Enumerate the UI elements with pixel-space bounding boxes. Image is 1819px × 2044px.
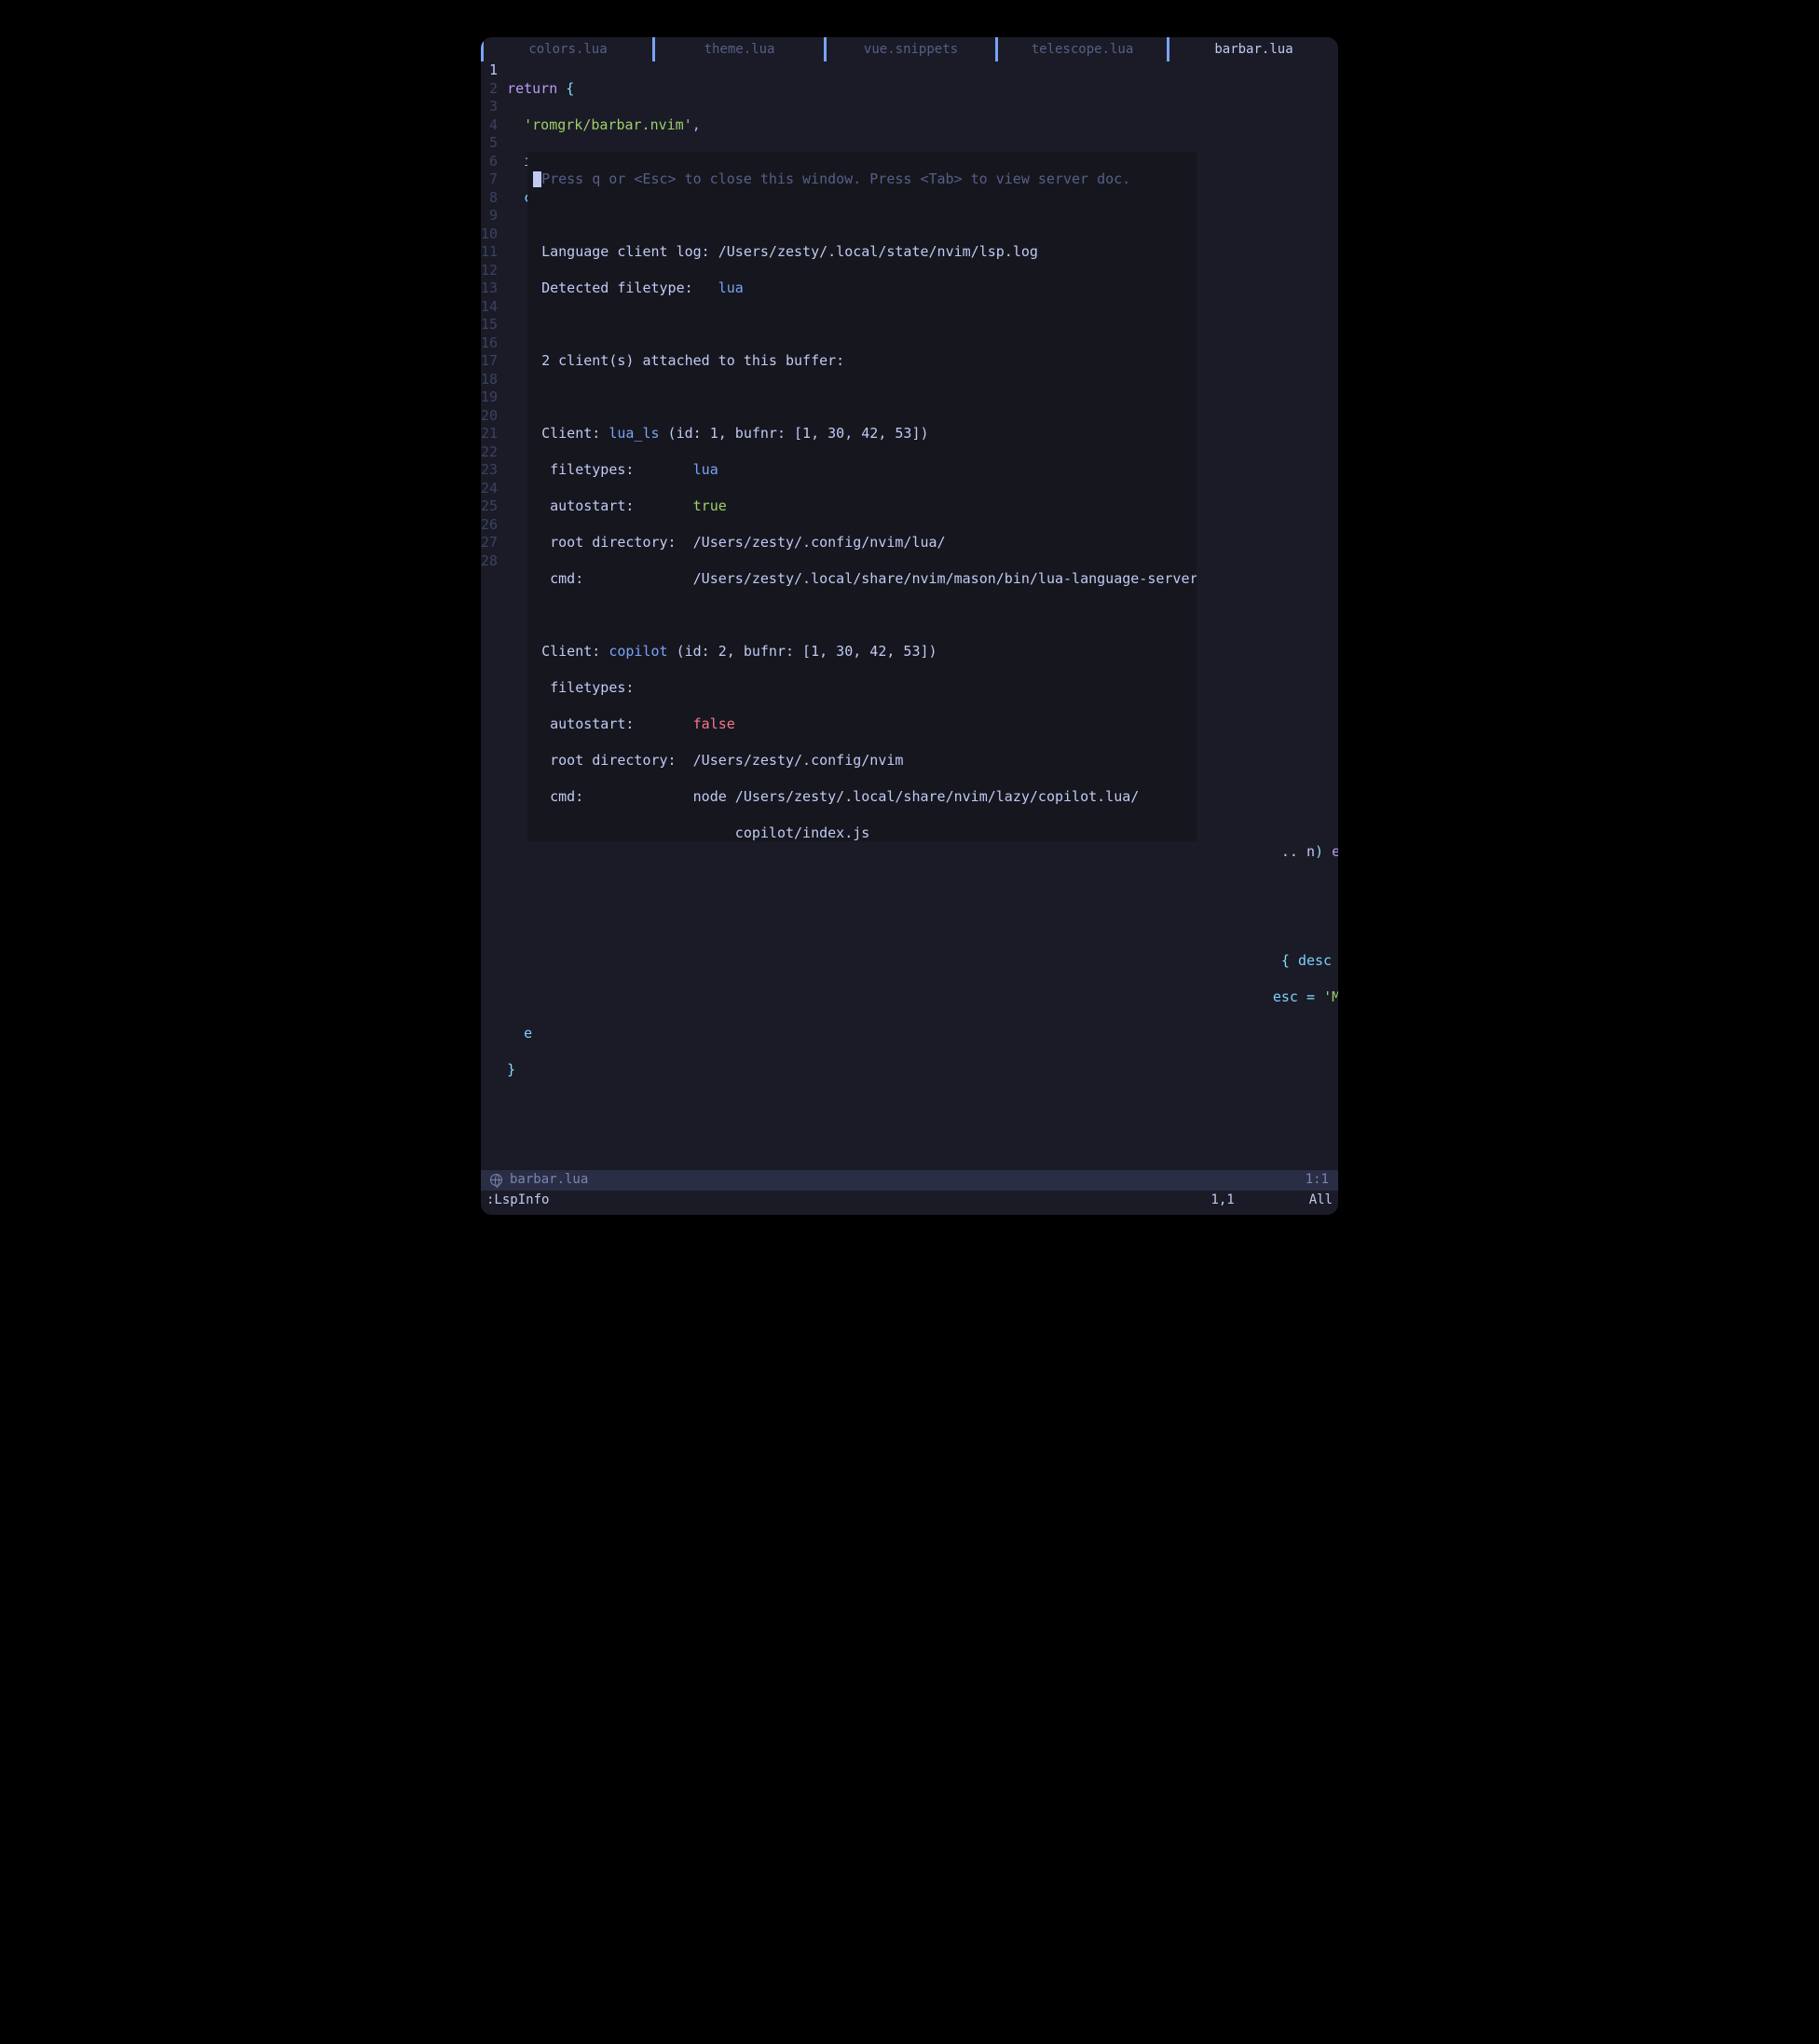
line-number: 19 xyxy=(481,388,498,407)
line-number: 23 xyxy=(481,461,498,480)
lspinfo-line: filetypes: xyxy=(533,679,1191,698)
code-line xyxy=(507,916,1338,934)
status-filename: barbar.lua xyxy=(510,1171,588,1188)
line-number: 7 xyxy=(481,170,498,189)
lspinfo-line: root directory: /Users/zesty/.config/nvi… xyxy=(533,534,1191,552)
lspinfo-floating-window[interactable]: Press q or <Esc> to close this window. P… xyxy=(527,152,1197,841)
line-number: 20 xyxy=(481,407,498,426)
line-number: 21 xyxy=(481,425,498,443)
tab-barbar[interactable]: barbar.lua xyxy=(1169,37,1338,61)
line-number: 10 xyxy=(481,225,498,244)
line-number: 2 xyxy=(481,80,498,99)
tab-label: colors.lua xyxy=(528,41,607,58)
line-number: 8 xyxy=(481,189,498,208)
line-number: 24 xyxy=(481,480,498,498)
lspinfo-line xyxy=(533,606,1191,625)
line-number: 9 xyxy=(481,207,498,225)
line-number: 4 xyxy=(481,116,498,135)
code-content[interactable]: return { 'romgrk/barbar.nvim', init = fu… xyxy=(507,61,1338,1170)
line-number: 12 xyxy=(481,262,498,280)
line-number-gutter: 1 2 3 4 5 6 7 8 9 10 11 12 13 14 15 16 1… xyxy=(481,61,507,1170)
line-number: 3 xyxy=(481,98,498,116)
command-text: :LspInfo xyxy=(486,1192,549,1208)
status-position: 1:1 xyxy=(1306,1171,1329,1188)
line-number: 27 xyxy=(481,534,498,552)
line-number: 13 xyxy=(481,279,498,298)
tab-bar: colors.lua theme.lua vue.snippets telesc… xyxy=(481,37,1338,61)
command-line[interactable]: :LspInfo 1,1 All xyxy=(481,1191,1338,1211)
lspinfo-line: copilot/index.js xyxy=(533,824,1191,842)
lspinfo-line: cmd: node /Users/zesty/.local/share/nvim… xyxy=(533,788,1191,807)
line-number: 18 xyxy=(481,371,498,389)
ruler: 1,1 xyxy=(1210,1192,1234,1208)
tab-label: vue.snippets xyxy=(864,41,958,58)
tab-vue-snippets[interactable]: vue.snippets xyxy=(827,37,995,61)
line-number: 16 xyxy=(481,334,498,353)
line-number: 6 xyxy=(481,153,498,171)
code-line: esc = 'Move xyxy=(507,988,1338,1007)
lspinfo-line: cmd: /Users/zesty/.local/share/nvim/maso… xyxy=(533,570,1191,589)
lspinfo-line: Language client log: /Users/zesty/.local… xyxy=(533,243,1191,262)
lspinfo-line: autostart: false xyxy=(533,715,1191,734)
line-number: 11 xyxy=(481,243,498,262)
status-line: barbar.lua 1:1 xyxy=(481,1170,1338,1191)
lspinfo-line xyxy=(533,388,1191,407)
scroll-indicator: All xyxy=(1309,1192,1333,1208)
lspinfo-line xyxy=(533,207,1191,225)
code-line: return { xyxy=(507,80,1338,99)
lspinfo-line: Client: copilot (id: 2, bufnr: [1, 30, 4… xyxy=(533,643,1191,661)
line-number: 28 xyxy=(481,552,498,571)
tab-colors[interactable]: colors.lua xyxy=(484,37,652,61)
cursor xyxy=(533,171,541,187)
editor-window: colors.lua theme.lua vue.snippets telesc… xyxy=(481,37,1338,1215)
tab-label: telescope.lua xyxy=(1032,41,1134,58)
lspinfo-line: Detected filetype: lua xyxy=(533,279,1191,298)
line-number: 15 xyxy=(481,316,498,334)
line-number: 14 xyxy=(481,298,498,317)
line-number: 5 xyxy=(481,134,498,153)
line-number: 26 xyxy=(481,516,498,535)
lspinfo-hint: Press q or <Esc> to close this window. P… xyxy=(533,170,1191,189)
lspinfo-line: Client: lua_ls (id: 1, bufnr: [1, 30, 42… xyxy=(533,425,1191,443)
code-line xyxy=(507,879,1338,898)
line-number: 17 xyxy=(481,352,498,371)
editor-area[interactable]: 1 2 3 4 5 6 7 8 9 10 11 12 13 14 15 16 1… xyxy=(481,61,1338,1170)
tab-label: barbar.lua xyxy=(1214,41,1292,58)
lspinfo-line: filetypes: lua xyxy=(533,461,1191,480)
line-number: 25 xyxy=(481,497,498,516)
code-line: } xyxy=(507,1061,1338,1080)
lspinfo-line: autostart: true xyxy=(533,497,1191,516)
code-line: .. n) end, xyxy=(507,843,1338,862)
code-line: { desc = ' xyxy=(507,952,1338,971)
code-line: 'romgrk/barbar.nvim', xyxy=(507,116,1338,135)
line-number: 22 xyxy=(481,443,498,462)
tab-label: theme.lua xyxy=(704,41,775,58)
tab-telescope[interactable]: telescope.lua xyxy=(998,37,1167,61)
filetype-icon xyxy=(490,1174,502,1186)
tab-theme[interactable]: theme.lua xyxy=(655,37,824,61)
lspinfo-line xyxy=(533,316,1191,334)
lspinfo-line: root directory: /Users/zesty/.config/nvi… xyxy=(533,752,1191,770)
lspinfo-line: 2 client(s) attached to this buffer: xyxy=(533,352,1191,371)
line-number: 1 xyxy=(481,61,498,80)
code-line: e xyxy=(507,1025,1338,1043)
